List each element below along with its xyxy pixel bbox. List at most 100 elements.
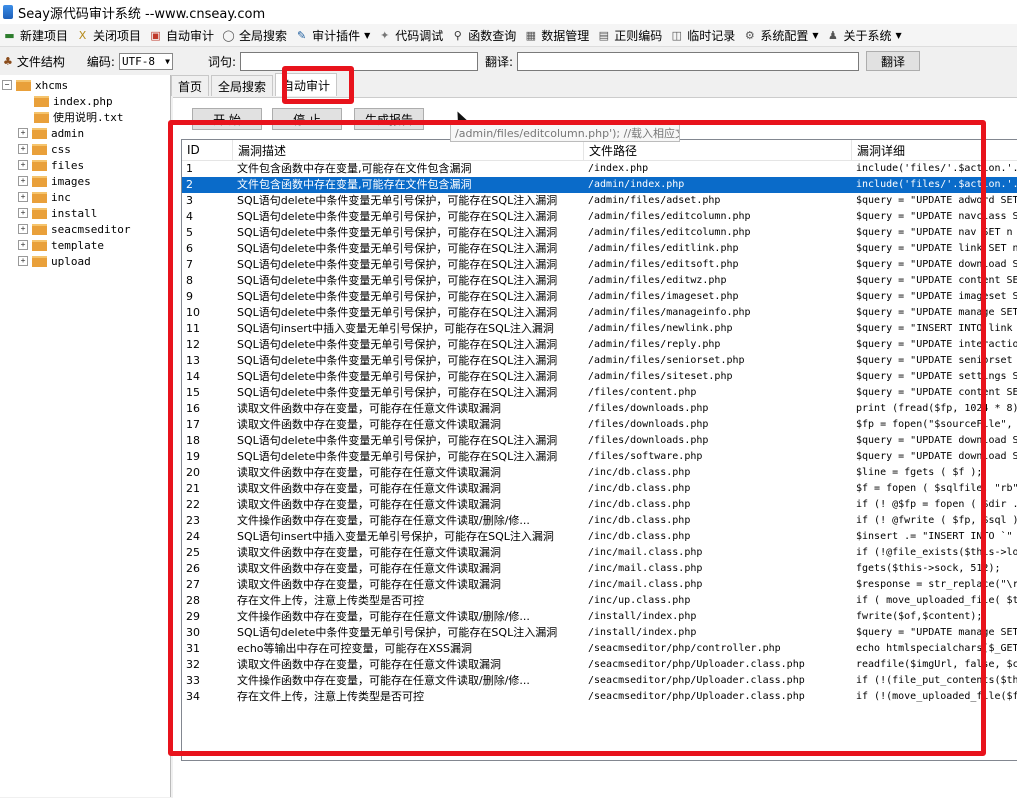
file-structure-icon: ♣ — [3, 54, 13, 68]
highlight-box-tab — [282, 66, 354, 104]
word-label: 词句: — [207, 54, 236, 69]
translate-button[interactable]: 翻译 — [866, 51, 921, 71]
tree-item[interactable]: + css — [18, 141, 71, 157]
tree-item-label: 使用说明.txt — [53, 111, 124, 124]
tree-item[interactable]: + template — [18, 237, 104, 253]
tree-item-label: images — [51, 174, 91, 188]
folder-icon — [32, 239, 47, 251]
expand-icon[interactable]: + — [18, 256, 28, 266]
file-icon — [34, 95, 49, 107]
menu-item-label: 关于系统 — [843, 28, 892, 43]
temp-record-icon: ◫ — [671, 28, 682, 42]
tree-item[interactable]: + files — [18, 157, 84, 173]
tree-item-label: install — [51, 206, 98, 220]
file-structure-label[interactable]: 文件结构 — [17, 53, 65, 70]
folder-icon — [32, 207, 47, 219]
tree-item[interactable]: index.php — [34, 93, 113, 109]
tree-item[interactable]: + upload — [18, 253, 91, 269]
expand-icon[interactable]: + — [18, 224, 28, 234]
folder-icon — [32, 175, 47, 187]
data-manage-icon: ▦ — [525, 28, 536, 42]
tree-item[interactable]: 使用说明.txt — [34, 109, 124, 125]
highlight-box-results — [168, 120, 986, 756]
folder-icon — [32, 159, 47, 171]
tree-item-label: seacmseditor — [51, 222, 131, 236]
menu-item-label: 审计插件 — [312, 28, 361, 43]
tab-0[interactable]: 首页 — [171, 75, 210, 96]
about-icon: ♟ — [828, 28, 838, 42]
tree-item-label: inc — [51, 190, 71, 204]
menu-item-7[interactable]: ▦ 数据管理 — [521, 25, 594, 45]
tree-item-label: template — [51, 238, 104, 252]
collapse-icon[interactable]: − — [2, 80, 12, 90]
menu-item-label: 自动审计 — [166, 28, 215, 43]
function-search-icon: ⚲ — [453, 28, 462, 42]
file-tree: − xhcms index.php 使用说明.txt + admin + css + files +… — [0, 75, 171, 797]
tree-item-label: css — [51, 142, 71, 156]
tree-item[interactable]: + install — [18, 205, 97, 221]
menu-item-0[interactable]: ▬ 新建项目 — [0, 25, 73, 45]
file-icon — [34, 111, 49, 123]
menu-item-label: 函数查询 — [468, 28, 517, 43]
window-title: Seay源代码审计系统 --www.cnseay.com — [18, 6, 266, 22]
menu-item-2[interactable]: ▣ 自动审计 — [146, 25, 219, 45]
translate-input[interactable] — [517, 51, 860, 71]
tree-item[interactable]: + inc — [18, 189, 71, 205]
expand-icon[interactable]: + — [18, 160, 28, 170]
menu-item-3[interactable]: ◯ 全局搜索 — [219, 25, 292, 45]
menu-item-1[interactable]: X 关闭项目 — [73, 25, 146, 45]
gear-icon: ⚙ — [744, 28, 755, 42]
menu-item-label: 新建项目 — [20, 28, 69, 43]
menu-item-4[interactable]: ✎ 审计插件 ▼ — [292, 25, 375, 45]
expand-icon[interactable]: + — [18, 208, 28, 218]
menu-item-5[interactable]: ✦ 代码调试 — [375, 25, 448, 45]
tree-item-label: admin — [51, 126, 85, 140]
menu-item-label: 代码调试 — [395, 28, 444, 43]
folder-icon — [32, 143, 47, 155]
expand-icon[interactable]: + — [18, 240, 28, 250]
folder-icon — [32, 191, 47, 203]
tree-root[interactable]: − xhcms — [2, 77, 68, 93]
regex-encode-icon: ▤ — [598, 28, 609, 42]
folder-icon — [32, 127, 47, 139]
expand-icon[interactable]: + — [18, 128, 28, 138]
app-icon — [3, 5, 13, 19]
expand-icon[interactable]: + — [18, 176, 28, 186]
tree-item-label: index.php — [53, 94, 113, 108]
word-input[interactable] — [239, 51, 478, 71]
plugin-icon: ✎ — [296, 28, 307, 42]
menu-item-label: 数据管理 — [541, 28, 590, 43]
tab-1[interactable]: 全局搜索 — [211, 75, 274, 96]
menu-item-9[interactable]: ◫ 临时记录 — [667, 25, 740, 45]
encoding-select[interactable]: UTF-8 ▼ — [118, 52, 173, 70]
expand-icon[interactable]: + — [18, 192, 28, 202]
secondary-toolbar: ♣ 文件结构 编码: UTF-8 ▼ 词句: 翻译: 翻译 — [0, 48, 1017, 74]
menu-item-label: 正则编码 — [614, 28, 663, 43]
close-project-icon: X — [78, 28, 87, 42]
menu-item-label: 关闭项目 — [93, 28, 142, 43]
tree-item[interactable]: + images — [18, 173, 91, 189]
tree-item[interactable]: + seacmseditor — [18, 221, 130, 237]
menu-item-6[interactable]: ⚲ 函数查询 — [448, 25, 521, 45]
menu-item-10[interactable]: ⚙ 系统配置 ▼ — [740, 25, 823, 45]
tree-item-label: files — [51, 158, 85, 172]
encoding-label: 编码: — [86, 54, 115, 69]
menu-bar: ▬ 新建项目 X 关闭项目 ▣ 自动审计 ◯ 全局搜索 ✎ 审计插件 ▼ ✦ 代码调试 ⚲ 函数查询 ▦ 数据管… — [0, 24, 1017, 47]
tree-root-label: xhcms — [35, 78, 69, 92]
new-project-icon: ▬ — [4, 28, 15, 42]
menu-item-11[interactable]: ♟ 关于系统 ▼ — [823, 25, 906, 45]
menu-item-8[interactable]: ▤ 正则编码 — [594, 25, 667, 45]
encoding-value: UTF-8 — [121, 54, 156, 68]
expand-icon[interactable]: + — [18, 144, 28, 154]
menu-item-label: 全局搜索 — [239, 28, 288, 43]
translate-label: 翻译: — [484, 54, 514, 69]
debug-icon: ✦ — [380, 28, 390, 42]
folder-icon — [32, 255, 47, 267]
chevron-down-icon: ▼ — [812, 30, 819, 40]
global-search-icon: ◯ — [222, 28, 235, 42]
menu-item-label: 临时记录 — [687, 28, 736, 43]
auto-audit-icon: ▣ — [150, 28, 161, 42]
folder-icon — [16, 79, 31, 91]
tree-item[interactable]: + admin — [18, 125, 84, 141]
chevron-down-icon: ▼ — [895, 30, 902, 40]
